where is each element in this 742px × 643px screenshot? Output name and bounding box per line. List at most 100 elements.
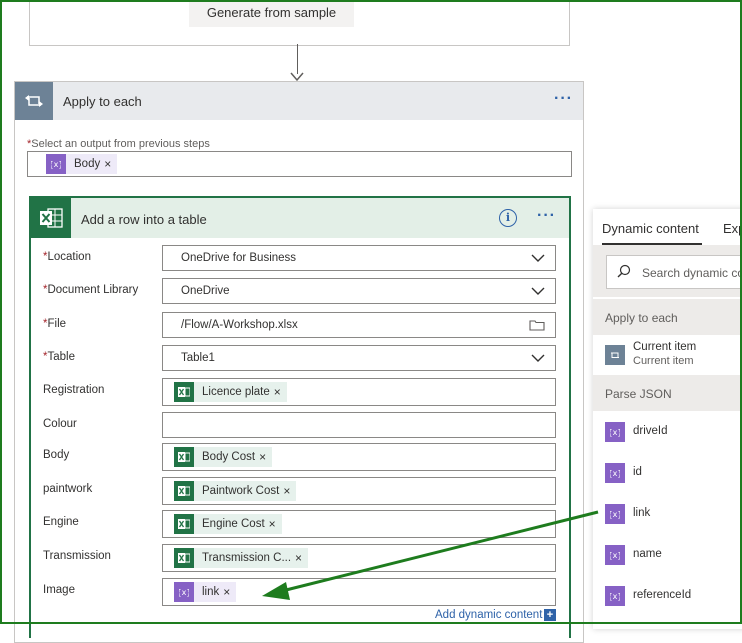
add-dynamic-content-link[interactable]: Add dynamic content: [435, 609, 542, 621]
engine-cost-token[interactable]: Engine Cost ×: [174, 514, 282, 534]
expression-icon: {x}: [605, 504, 625, 524]
dynamic-item-name: driveId: [633, 425, 668, 437]
body-label: Body: [43, 449, 70, 461]
expression-icon: {x}: [46, 154, 66, 174]
token-label: Body Cost: [202, 451, 256, 463]
paintwork-field[interactable]: Paintwork Cost ×: [162, 477, 556, 505]
svg-text:{x}: {x}: [610, 592, 620, 601]
chevron-down-icon: [531, 354, 545, 362]
token-label: Engine Cost: [202, 518, 265, 530]
paintwork-label: paintwork: [43, 483, 93, 495]
expression-icon: {x}: [605, 463, 625, 483]
token-label: Transmission C...: [202, 552, 292, 564]
tab-dynamic-content[interactable]: Dynamic content: [602, 221, 699, 236]
chevron-down-icon: [531, 287, 545, 295]
registration-label: Registration: [43, 384, 105, 396]
section-parse-json[interactable]: Parse JSON: [593, 375, 742, 411]
apply-to-each-more-button[interactable]: ···: [554, 90, 573, 108]
table-value: Table1: [181, 352, 215, 364]
body-field[interactable]: Body Cost ×: [162, 443, 556, 471]
location-label: *Location: [43, 251, 91, 263]
tab-expression[interactable]: Exp: [723, 221, 742, 236]
apply-to-each-title: Apply to each: [63, 94, 142, 109]
excel-icon: [174, 481, 194, 501]
engine-field[interactable]: Engine Cost ×: [162, 510, 556, 538]
search-icon: [617, 264, 631, 278]
connector-arrow-icon: [290, 72, 304, 82]
remove-token-icon[interactable]: ×: [259, 450, 272, 464]
remove-token-icon[interactable]: ×: [295, 551, 308, 565]
dynamic-item-name-field[interactable]: {x} name: [593, 535, 742, 575]
add-dynamic-plus-icon[interactable]: +: [544, 609, 556, 621]
dynamic-content-panel: Dynamic content Exp Search dynamic co Ap…: [593, 209, 742, 629]
loop-icon: [605, 345, 625, 365]
location-value: OneDrive for Business: [181, 252, 297, 264]
dynamic-item-link[interactable]: {x} link: [593, 494, 742, 534]
document-library-value: OneDrive: [181, 285, 230, 297]
add-row-action-card: Add a row into a table i ··· *Location O…: [29, 196, 571, 638]
paintwork-cost-token[interactable]: Paintwork Cost ×: [174, 481, 297, 501]
dynamic-item-current-item[interactable]: Current item Current item: [593, 335, 742, 375]
apply-to-each-header[interactable]: Apply to each ···: [15, 82, 583, 120]
loop-icon: [15, 82, 53, 120]
dynamic-item-driveid[interactable]: {x} driveId: [593, 412, 742, 452]
section-title: Parse JSON: [605, 387, 672, 401]
parse-json-card: Generate from sample: [29, 0, 570, 46]
excel-icon: [31, 198, 71, 238]
remove-token-icon[interactable]: ×: [283, 484, 296, 498]
add-row-more-button[interactable]: ···: [537, 207, 556, 225]
select-output-label: *Select an output from previous steps: [27, 138, 210, 150]
remove-token-icon[interactable]: ×: [104, 157, 117, 171]
transmission-cost-token[interactable]: Transmission C... ×: [174, 548, 309, 568]
link-token[interactable]: {x} link ×: [174, 582, 237, 602]
add-row-header[interactable]: Add a row into a table i ···: [31, 198, 569, 238]
table-dropdown[interactable]: Table1: [162, 345, 556, 371]
dynamic-item-description: Current item: [633, 355, 694, 367]
select-output-field[interactable]: {x} Body ×: [27, 151, 572, 177]
folder-icon[interactable]: [529, 318, 545, 332]
body-cost-token[interactable]: Body Cost ×: [174, 447, 273, 467]
svg-text:{x}: {x}: [610, 469, 620, 478]
licence-plate-token[interactable]: Licence plate ×: [174, 382, 287, 402]
registration-field[interactable]: Licence plate ×: [162, 378, 556, 406]
excel-icon: [174, 548, 194, 568]
expression-icon: {x}: [605, 545, 625, 565]
info-icon[interactable]: i: [499, 209, 517, 227]
file-picker[interactable]: /Flow/A-Workshop.xlsx: [162, 312, 556, 338]
table-label: *Table: [43, 351, 75, 363]
svg-text:{x}: {x}: [610, 510, 620, 519]
remove-token-icon[interactable]: ×: [269, 517, 282, 531]
svg-text:{x}: {x}: [610, 428, 620, 437]
image-field[interactable]: {x} link ×: [162, 578, 556, 606]
image-label: Image: [43, 584, 75, 596]
excel-icon: [174, 447, 194, 467]
dynamic-item-id[interactable]: {x} id: [593, 453, 742, 493]
transmission-field[interactable]: Transmission C... ×: [162, 544, 556, 572]
token-label: Body: [74, 158, 101, 170]
token-label: link: [202, 586, 220, 598]
dynamic-search-input[interactable]: Search dynamic co: [606, 255, 742, 289]
generate-from-sample-button[interactable]: Generate from sample: [189, 0, 354, 27]
token-label: Licence plate: [202, 386, 270, 398]
colour-input[interactable]: [162, 412, 556, 438]
svg-text:{x}: {x}: [179, 588, 189, 597]
remove-token-icon[interactable]: ×: [274, 385, 287, 399]
engine-label: Engine: [43, 516, 79, 528]
token-label: Paintwork Cost: [202, 485, 280, 497]
expression-icon: {x}: [174, 582, 194, 602]
remove-token-icon[interactable]: ×: [223, 585, 236, 599]
dynamic-item-referenceid[interactable]: {x} referenceId: [593, 576, 742, 616]
colour-label: Colour: [43, 418, 77, 430]
body-token[interactable]: {x} Body ×: [46, 154, 118, 174]
dynamic-item-name: id: [633, 466, 642, 478]
dynamic-item-name: link: [633, 507, 651, 519]
expression-icon: {x}: [605, 586, 625, 606]
excel-icon: [174, 514, 194, 534]
add-row-title: Add a row into a table: [81, 212, 207, 227]
search-area: Search dynamic co: [593, 245, 742, 297]
file-label: *File: [43, 318, 67, 330]
dynamic-item-name: name: [633, 548, 662, 560]
document-library-dropdown[interactable]: OneDrive: [162, 278, 556, 304]
location-dropdown[interactable]: OneDrive for Business: [162, 245, 556, 271]
section-apply-to-each[interactable]: Apply to each: [593, 299, 742, 335]
